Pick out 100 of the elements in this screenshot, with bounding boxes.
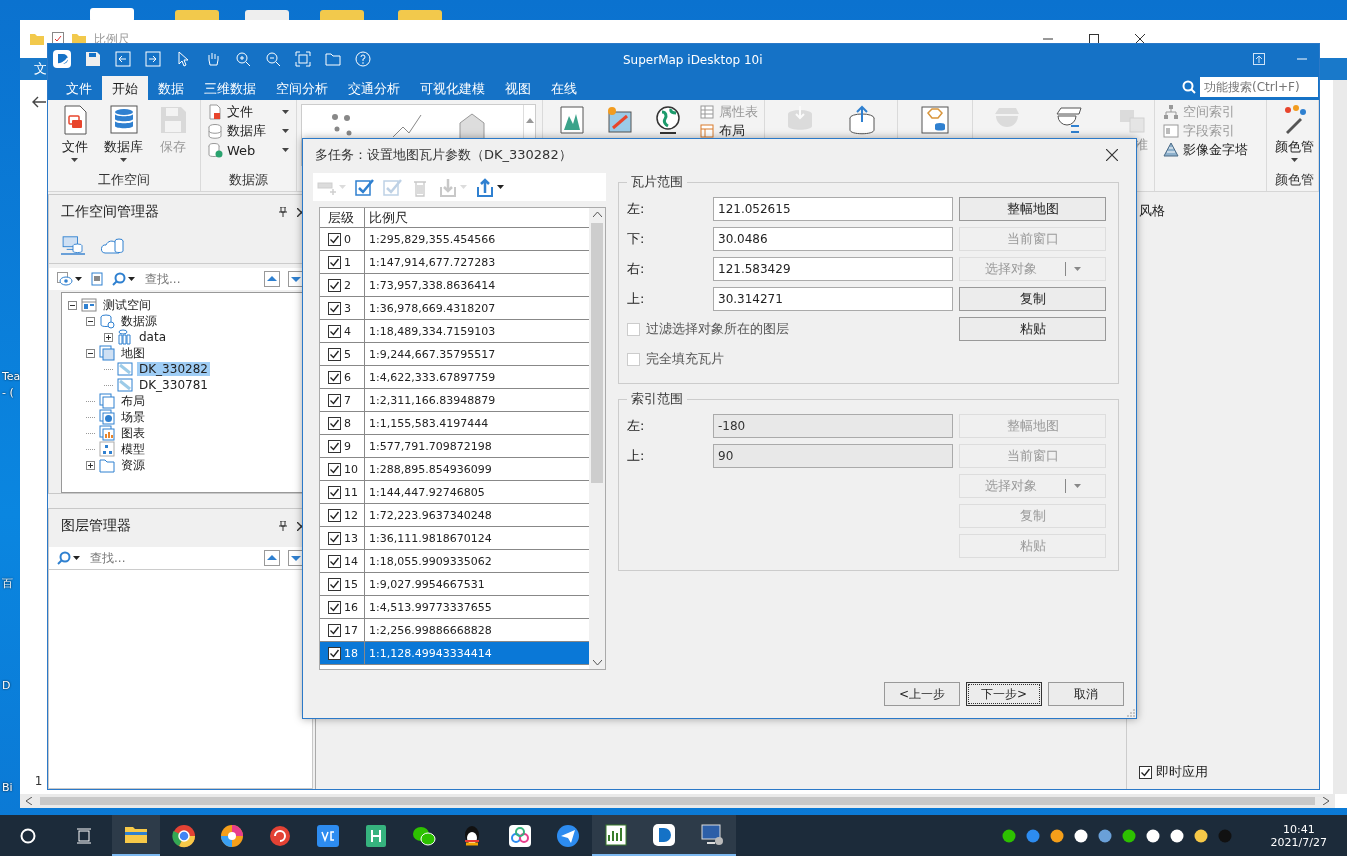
taskbar-button[interactable] [688, 815, 736, 856]
checkbox[interactable] [328, 554, 341, 568]
collapse-icon[interactable] [68, 300, 77, 310]
button[interactable]: 整幅地图 [959, 197, 1106, 221]
checkbox[interactable] [328, 439, 341, 453]
menu-tab[interactable]: 文 [34, 60, 47, 78]
checkbox[interactable] [328, 347, 341, 361]
menu-tab[interactable]: 数据 [148, 76, 194, 100]
checkbox[interactable] [328, 301, 341, 315]
pin-icon[interactable] [279, 207, 287, 217]
start-icon[interactable] [20, 827, 36, 844]
table-row[interactable]: 18 1:1,128.49943334414 [320, 642, 589, 665]
move-up-button-icon[interactable] [264, 550, 280, 566]
search-button[interactable] [57, 551, 80, 565]
vertical-scrollbar[interactable] [1333, 80, 1347, 794]
search-field[interactable]: 功能搜索(Ctrl+F) [1200, 77, 1318, 97]
tree-item[interactable]: DK_330282 [137, 362, 210, 376]
scroll-left-icon[interactable] [26, 797, 32, 805]
save-icon[interactable] [85, 51, 101, 67]
document-icon[interactable] [90, 272, 104, 286]
expand-icon[interactable] [104, 332, 113, 342]
menu-tab[interactable]: 在线 [541, 76, 587, 100]
desktop-icon-label[interactable]: Bi [2, 781, 13, 794]
scroll-down-icon[interactable] [592, 660, 602, 665]
checkbox[interactable] [1139, 765, 1152, 779]
checkbox[interactable] [328, 393, 341, 407]
ribbon-button[interactable]: 布局 [699, 123, 758, 139]
folder-icon[interactable] [325, 51, 341, 67]
table-row[interactable]: 11 1:144,447.92746805 [320, 481, 589, 504]
tree-item[interactable]: 测试空间 [101, 296, 153, 314]
table-row[interactable]: 15 1:9,027.9954667531 [320, 573, 589, 596]
checkbox[interactable] [328, 508, 341, 522]
back-arrow-icon[interactable] [31, 96, 46, 108]
button[interactable]: 复制 [959, 287, 1106, 311]
ribbon-button[interactable]: 颜色管 [1271, 104, 1317, 162]
tree-item[interactable]: 图表 [119, 424, 147, 442]
search-field[interactable]: 查找... [143, 271, 223, 287]
input-field[interactable]: 121.583429 [713, 257, 953, 281]
horizontal-scrollbar[interactable] [20, 794, 1335, 808]
tree-item[interactable]: 布局 [119, 392, 147, 410]
zoom-out-icon[interactable] [265, 51, 281, 67]
menu-tab[interactable]: 可视化建模 [410, 76, 495, 100]
button[interactable]: 取消 [1048, 682, 1124, 706]
pointer-icon[interactable] [175, 51, 191, 67]
menu-tab[interactable]: 视图 [495, 76, 541, 100]
close-icon[interactable] [1106, 149, 1118, 161]
ribbon-button[interactable]: Web [207, 142, 289, 158]
toolbar-button[interactable] [475, 177, 504, 197]
move-up-button-icon[interactable] [264, 271, 280, 287]
ribbon-button[interactable]: 文件 [54, 104, 96, 162]
app-logo-icon[interactable] [53, 50, 71, 68]
table-row[interactable]: 0 1:295,829,355.454566 [320, 228, 589, 251]
search-button[interactable] [112, 272, 135, 286]
checkbox[interactable] [328, 324, 341, 338]
collapse-icon[interactable] [86, 348, 95, 358]
scroll-up-icon[interactable] [592, 212, 602, 217]
checkbox[interactable] [328, 600, 341, 614]
collapse-icon[interactable] [86, 316, 95, 326]
cloud-database-icon[interactable] [101, 235, 125, 255]
desktop-icon-label[interactable]: Tea [2, 370, 21, 383]
menu-tab[interactable]: 开始 [102, 76, 148, 100]
zoom-in-icon[interactable] [235, 51, 251, 67]
table-row[interactable]: 9 1:577,791.709872198 [320, 435, 589, 458]
menu-tab[interactable]: 三维数据 [194, 76, 266, 100]
menu-tab[interactable]: 文件 [56, 76, 102, 100]
table-row[interactable]: 5 1:9,244,667.35795517 [320, 343, 589, 366]
scroll-thumb[interactable] [591, 223, 603, 483]
instant-apply-checkbox[interactable]: 即时应用 [1139, 763, 1319, 781]
menu-tab[interactable]: 空间分析 [266, 76, 338, 100]
tree-item[interactable]: 数据源 [119, 312, 159, 330]
desktop-icon-label[interactable]: - ( [2, 386, 14, 399]
task-view-icon[interactable] [76, 827, 92, 844]
input-field[interactable]: 30.314271 [713, 287, 953, 311]
ribbon-button[interactable]: 数据库 [103, 104, 145, 162]
tree-item[interactable]: 模型 [119, 440, 147, 458]
checkbox[interactable] [328, 370, 341, 384]
button[interactable]: 粘贴 [959, 317, 1106, 341]
tree-item[interactable]: data [137, 330, 169, 344]
table-row[interactable]: 4 1:18,489,334.7159103 [320, 320, 589, 343]
scroll-thumb[interactable] [40, 797, 1315, 805]
checkbox[interactable] [328, 623, 341, 637]
line-thumbnail-icon[interactable] [392, 113, 422, 139]
computer-database-icon[interactable] [61, 235, 85, 255]
checkbox[interactable] [328, 416, 341, 430]
close-icon[interactable] [1135, 34, 1145, 44]
tree-item[interactable]: 资源 [119, 456, 147, 474]
view-button[interactable] [57, 272, 82, 286]
taskbar-button[interactable] [592, 815, 640, 856]
taskbar-button[interactable] [112, 815, 160, 856]
tree-item[interactable]: DK_330781 [137, 378, 210, 392]
input-field[interactable]: 30.0486 [713, 227, 953, 251]
resize-grip-icon[interactable] [1127, 709, 1135, 717]
table-row[interactable]: 1 1:147,914,677.727283 [320, 251, 589, 274]
desktop-icon-label[interactable]: D [2, 679, 11, 692]
table-row[interactable]: 16 1:4,513.99773337655 [320, 596, 589, 619]
tree-item[interactable]: 地图 [119, 344, 147, 362]
clock-date[interactable]: 2021/7/27 [1270, 835, 1327, 849]
table-row[interactable]: 2 1:73,957,338.8636414 [320, 274, 589, 297]
scroll-up-icon[interactable] [525, 117, 534, 123]
button[interactable]: 下一步> [966, 682, 1042, 706]
